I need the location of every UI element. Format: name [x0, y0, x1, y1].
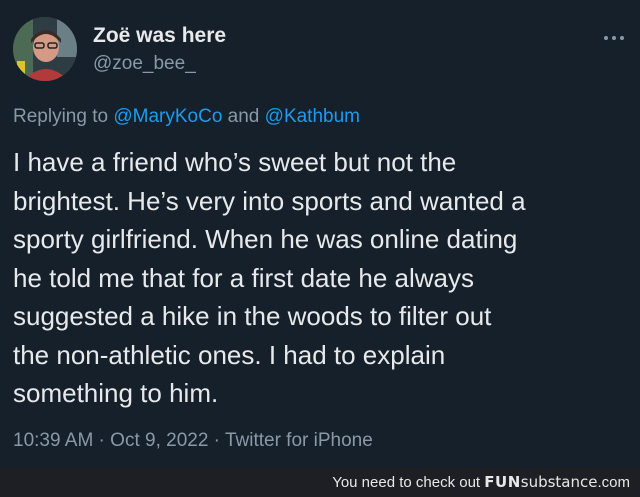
watermark-brand-rest: substance [520, 473, 598, 491]
watermark-brand-bold: FUN [484, 473, 521, 491]
meta-separator: · [93, 430, 111, 451]
replying-prefix: Replying to [13, 106, 114, 127]
tweet-card: Zoë was here @zoe_bee_ Replying to @Mary… [0, 0, 640, 467]
replying-connector: and [222, 106, 265, 127]
more-dot [612, 36, 616, 40]
mention-link-kathbum[interactable]: @Kathbum [265, 106, 360, 127]
avatar-image [13, 17, 77, 81]
tweet-meta: 10:39 AM · Oct 9, 2022 · Twitter for iPh… [13, 430, 373, 452]
watermark-text: You need to check out FUNsubstance.com [332, 473, 630, 491]
tweet-text-line: the non-athletic ones. I had to explain [13, 339, 446, 370]
meta-separator: · [208, 430, 225, 451]
replying-to-line: Replying to @MaryKoCo and @Kathbum [13, 106, 360, 128]
tweet-date[interactable]: Oct 9, 2022 [110, 430, 208, 451]
tweet-text-line: brightest. He’s very into sports and wan… [13, 185, 526, 216]
watermark-suffix: .com [597, 474, 630, 491]
tweet-text-line: something to him. [13, 378, 219, 408]
tweet-text-line: I have a friend who’s sweet but not the [13, 147, 457, 177]
tweet-text-line: he told me that for a first date he alwa… [13, 262, 475, 293]
author-display-name[interactable]: Zoë was here [93, 24, 226, 48]
profile-avatar[interactable] [13, 17, 77, 81]
tweet-text-line: suggested a hike in the woods to filter … [13, 301, 492, 331]
more-options-icon[interactable] [597, 26, 631, 50]
more-dot [620, 36, 624, 40]
watermark-prefix: You need to check out [332, 474, 485, 491]
author-handle[interactable]: @zoe_bee_ [93, 53, 196, 75]
mention-link-marykoco[interactable]: @MaryKoCo [113, 106, 222, 127]
tweet-text-line: sporty girlfriend. When he was online da… [13, 224, 518, 254]
tweet-source[interactable]: Twitter for iPhone [225, 430, 373, 451]
watermark-footer: You need to check out FUNsubstance.com [0, 467, 640, 497]
more-dot [604, 36, 608, 40]
tweet-time[interactable]: 10:39 AM [13, 430, 93, 451]
tweet-text: I have a friend who’s sweet but not the … [13, 143, 628, 413]
